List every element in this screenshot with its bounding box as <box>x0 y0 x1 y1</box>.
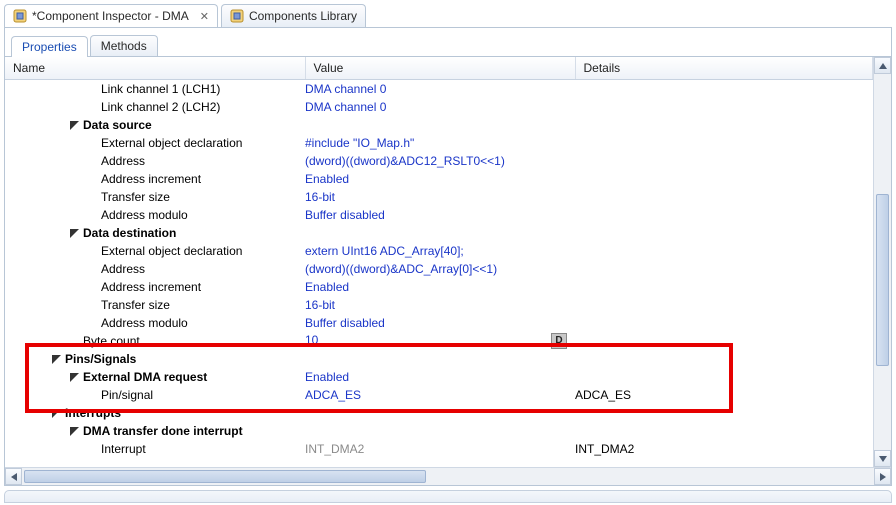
badge-d: D <box>551 333 567 349</box>
table-row[interactable]: Pin/signal ADCA_ES ADCA_ES <box>5 386 873 404</box>
scroll-down-button[interactable] <box>874 450 891 467</box>
table-row[interactable]: Address (dword)((dword)&ADC12_RSLT0<<1) <box>5 152 873 170</box>
table-row[interactable]: Link channel 2 (LCH2) DMA channel 0 <box>5 98 873 116</box>
col-header-details[interactable]: Details <box>575 57 873 80</box>
table-row[interactable]: External object declaration extern UInt16… <box>5 242 873 260</box>
editor-tab-components-library[interactable]: Components Library <box>221 4 366 27</box>
row-details: ADCA_ES <box>575 388 631 402</box>
row-name: Byte count <box>83 334 140 348</box>
subtab-label: Methods <box>101 39 147 53</box>
toggle-icon[interactable] <box>51 354 62 365</box>
scroll-track[interactable] <box>874 74 891 450</box>
component-icon <box>13 9 27 23</box>
subtabs: Properties Methods <box>5 28 891 57</box>
row-name: Address <box>101 154 145 168</box>
scroll-right-button[interactable] <box>874 468 891 485</box>
row-name: Interrupt <box>101 442 146 456</box>
row-name: Data source <box>83 118 152 132</box>
table-row[interactable]: External object declaration #include "IO_… <box>5 134 873 152</box>
row-value[interactable]: 10 <box>305 333 318 347</box>
table-row[interactable]: DMA transfer done interrupt <box>5 422 873 440</box>
row-name: Data destination <box>83 226 176 240</box>
row-name: Interrupts <box>65 406 121 420</box>
row-value[interactable]: Enabled <box>305 280 349 294</box>
close-icon[interactable]: ✕ <box>200 10 209 23</box>
bottom-strip <box>4 490 892 503</box>
row-value[interactable]: 16-bit <box>305 190 335 204</box>
row-value[interactable]: Buffer disabled <box>305 208 385 222</box>
table-row[interactable]: External DMA request Enabled <box>5 368 873 386</box>
tree-wrap: Name Value Details Link channel 1 (LCH1)… <box>5 57 891 485</box>
scroll-up-button[interactable] <box>874 57 891 74</box>
scroll-left-button[interactable] <box>5 468 22 485</box>
row-name: Address increment <box>101 280 201 294</box>
component-icon <box>230 9 244 23</box>
row-value[interactable]: #include "IO_Map.h" <box>305 136 414 150</box>
row-details: INT_DMA2 <box>575 442 634 456</box>
row-name: Address <box>101 262 145 276</box>
editor-tab-label: Components Library <box>249 9 357 23</box>
row-name: External DMA request <box>83 370 207 384</box>
row-name: Address modulo <box>101 208 188 222</box>
row-value[interactable]: Buffer disabled <box>305 316 385 330</box>
col-header-value[interactable]: Value <box>305 57 575 80</box>
table-row[interactable]: Byte count 10 D <box>5 332 873 350</box>
row-name: External object declaration <box>101 136 242 150</box>
toggle-icon[interactable] <box>69 228 80 239</box>
table-row[interactable]: Transfer size 16-bit <box>5 296 873 314</box>
table-row[interactable]: Address increment Enabled <box>5 170 873 188</box>
row-value[interactable]: (dword)((dword)&ADC12_RSLT0<<1) <box>305 154 505 168</box>
scroll-thumb[interactable] <box>24 470 426 483</box>
horizontal-scrollbar[interactable] <box>5 467 891 485</box>
row-name: Transfer size <box>101 190 170 204</box>
table-row[interactable]: Transfer size 16-bit <box>5 188 873 206</box>
row-value[interactable]: DMA channel 0 <box>305 82 386 96</box>
table-row[interactable]: Pins/Signals <box>5 350 873 368</box>
editor-tabs: *Component Inspector - DMA ✕ Components … <box>0 0 896 27</box>
tab-methods[interactable]: Methods <box>90 35 158 56</box>
scroll-thumb[interactable] <box>876 194 889 366</box>
row-name: Address increment <box>101 172 201 186</box>
row-name: External object declaration <box>101 244 242 258</box>
scroll-area: Name Value Details Link channel 1 (LCH1)… <box>5 57 873 467</box>
table-row[interactable]: Interrupts <box>5 404 873 422</box>
toggle-icon[interactable] <box>69 120 80 131</box>
row-name: Pins/Signals <box>65 352 136 366</box>
table-row[interactable]: Interrupt INT_DMA2 INT_DMA2 <box>5 440 873 458</box>
row-name: Pin/signal <box>101 388 153 402</box>
row-value[interactable]: ADCA_ES <box>305 388 361 402</box>
row-name: Link channel 2 (LCH2) <box>101 100 220 114</box>
row-value[interactable]: INT_DMA2 <box>305 442 364 456</box>
row-name: Address modulo <box>101 316 188 330</box>
row-name: DMA transfer done interrupt <box>83 424 243 438</box>
row-value[interactable]: Enabled <box>305 172 349 186</box>
row-value[interactable]: DMA channel 0 <box>305 100 386 114</box>
row-value[interactable]: 16-bit <box>305 298 335 312</box>
table-row[interactable]: Data source <box>5 116 873 134</box>
row-name: Link channel 1 (LCH1) <box>101 82 220 96</box>
panel-body: Properties Methods Name Value Details <box>4 27 892 486</box>
vertical-scrollbar[interactable] <box>873 57 891 467</box>
subtab-label: Properties <box>22 40 77 54</box>
row-value[interactable]: Enabled <box>305 370 349 384</box>
editor-tab-label: *Component Inspector - DMA <box>32 9 189 23</box>
scroll-track[interactable] <box>22 468 874 485</box>
row-value[interactable]: (dword)((dword)&ADC_Array[0]<<1) <box>305 262 497 276</box>
table-row[interactable]: Address (dword)((dword)&ADC_Array[0]<<1) <box>5 260 873 278</box>
toggle-icon[interactable] <box>51 408 62 419</box>
table-row[interactable]: Address increment Enabled <box>5 278 873 296</box>
property-table: Name Value Details Link channel 1 (LCH1)… <box>5 57 873 458</box>
table-row[interactable]: Data destination <box>5 224 873 242</box>
toggle-icon[interactable] <box>69 372 80 383</box>
table-row[interactable]: Address modulo Buffer disabled <box>5 314 873 332</box>
row-value[interactable]: extern UInt16 ADC_Array[40]; <box>305 244 464 258</box>
row-name: Transfer size <box>101 298 170 312</box>
table-row[interactable]: Link channel 1 (LCH1) DMA channel 0 <box>5 80 873 99</box>
table-row[interactable]: Address modulo Buffer disabled <box>5 206 873 224</box>
col-header-name[interactable]: Name <box>5 57 305 80</box>
tab-properties[interactable]: Properties <box>11 36 88 57</box>
editor-tab-component-inspector[interactable]: *Component Inspector - DMA ✕ <box>4 4 218 27</box>
toggle-icon[interactable] <box>69 426 80 437</box>
